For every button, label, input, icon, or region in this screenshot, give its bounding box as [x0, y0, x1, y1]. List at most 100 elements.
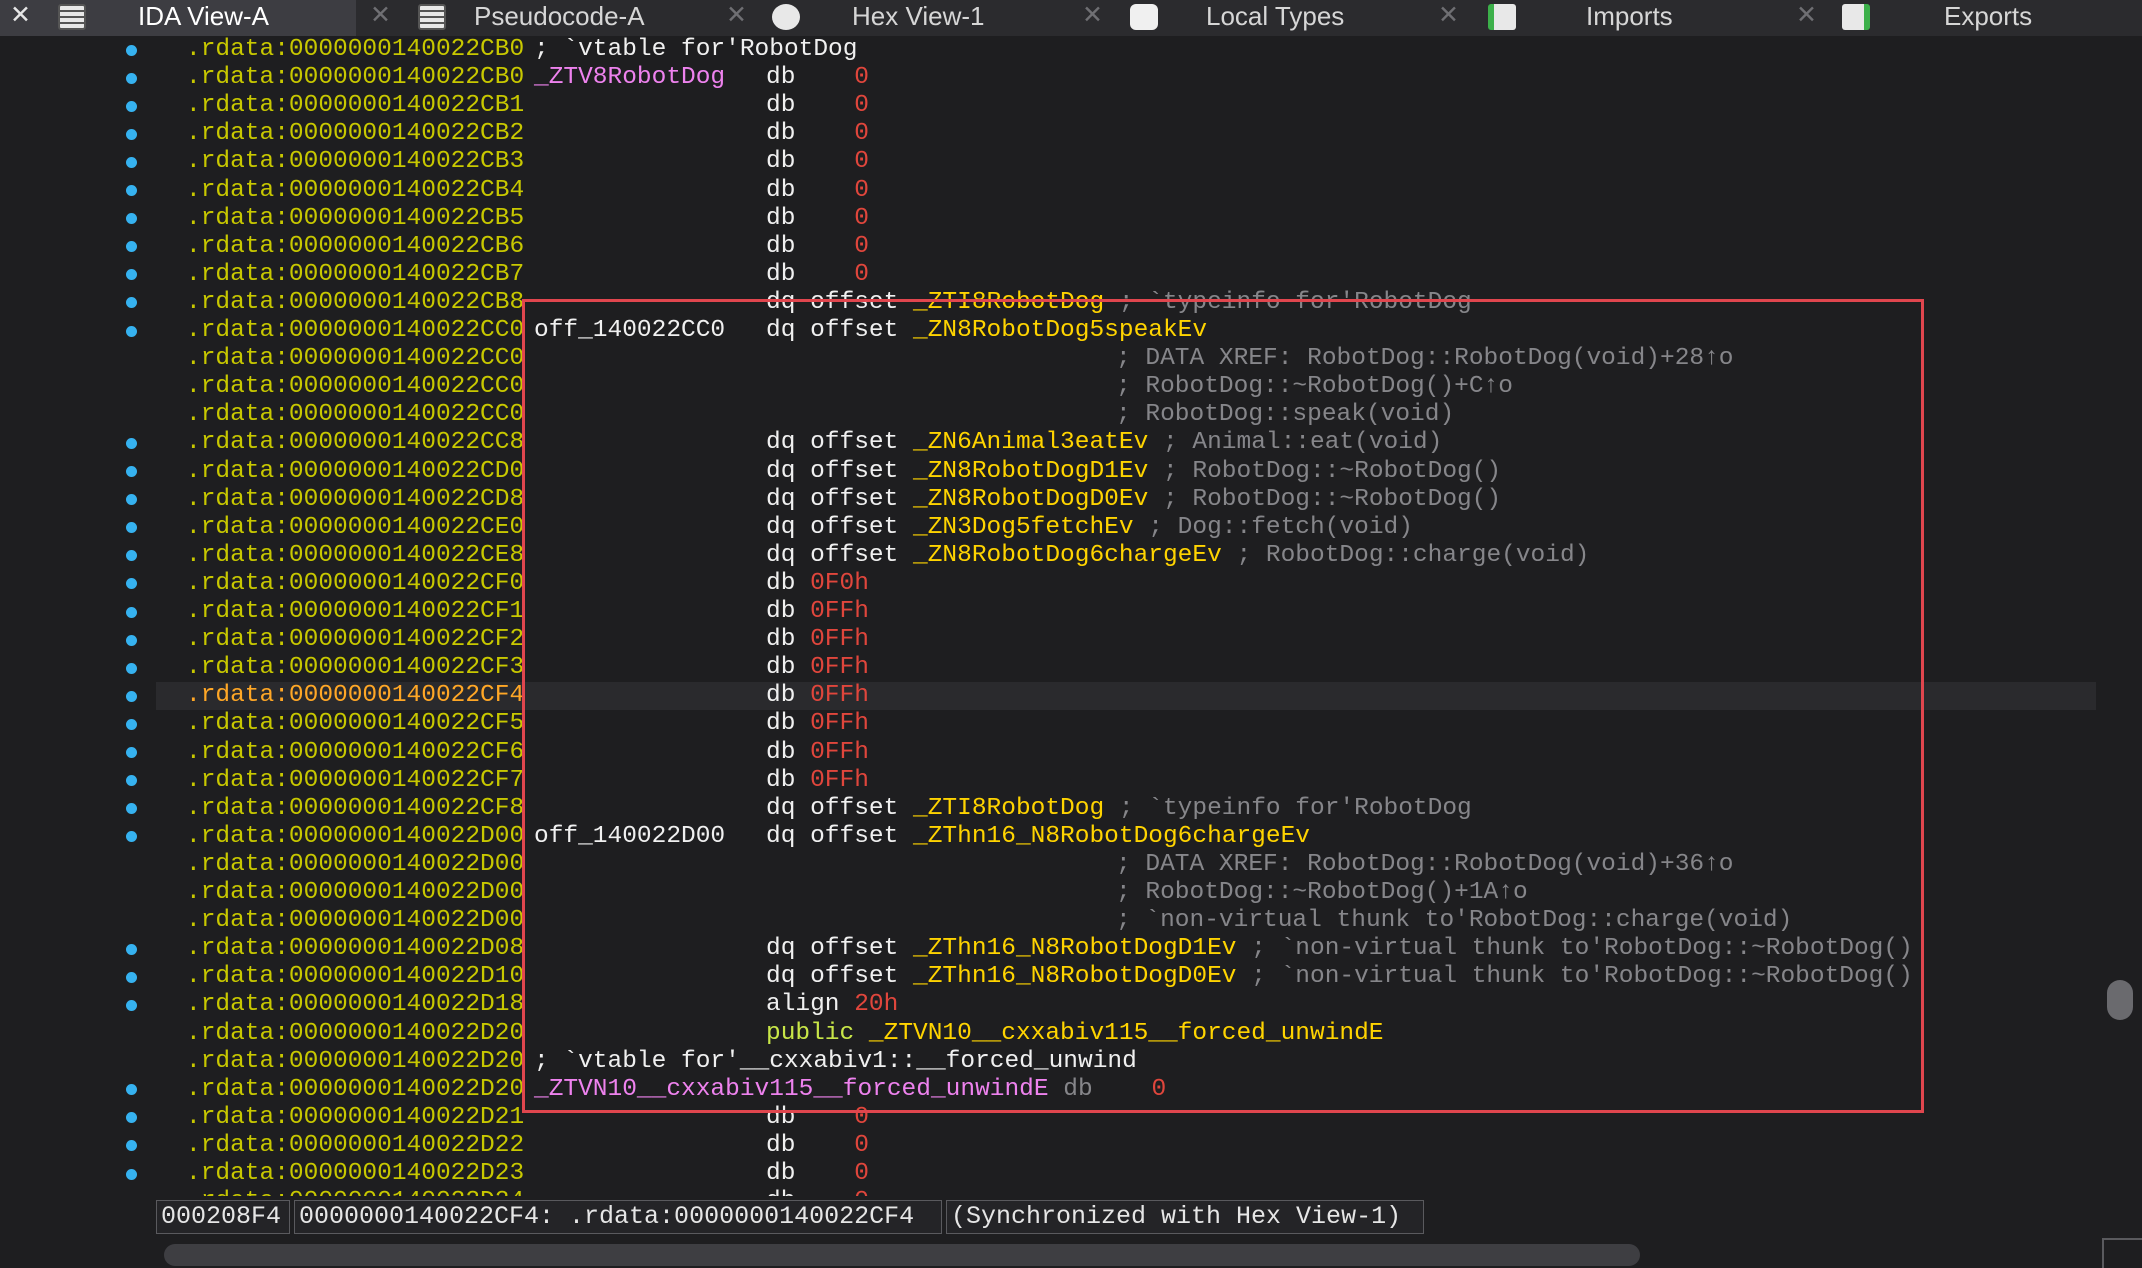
line-spacer: [795, 654, 810, 681]
listing-line[interactable]: .rdata:0000000140022D22 db 0: [156, 1132, 2096, 1160]
breakpoint-dot-icon[interactable]: [126, 550, 137, 562]
listing-line[interactable]: .rdata:0000000140022D00 ; DATA XREF: Robo…: [156, 851, 2096, 879]
disassembly-listing[interactable]: .rdata:0000000140022CB0 ; `vtable for'Rob…: [0, 36, 2142, 1215]
tab-close-icon[interactable]: ✕: [726, 0, 747, 29]
status-sync-info[interactable]: (Synchronized with Hex View-1): [946, 1200, 1424, 1234]
listing-line[interactable]: .rdata:0000000140022D00 off_140022D00 dq o…: [156, 823, 2096, 851]
breakpoint-dot-icon[interactable]: [126, 241, 137, 253]
listing-line[interactable]: .rdata:0000000140022D21 db 0: [156, 1104, 2096, 1132]
listing-line[interactable]: .rdata:0000000140022D10 dq offset _ZThn16…: [156, 963, 2096, 991]
listing-line[interactable]: .rdata:0000000140022CF1 db 0FFh: [156, 598, 2096, 626]
breakpoint-dot-icon[interactable]: [126, 971, 137, 983]
breakpoint-dot-icon[interactable]: [126, 269, 137, 281]
listing-line[interactable]: .rdata:0000000140022CB0 ; `vtable for'Rob…: [156, 36, 2096, 64]
listing-line[interactable]: .rdata:0000000140022CF0 db 0F0h: [156, 570, 2096, 598]
listing-line[interactable]: .rdata:0000000140022D00 ; RobotDog::~Robo…: [156, 879, 2096, 907]
breakpoint-dot-icon[interactable]: [126, 156, 137, 168]
listing-line[interactable]: .rdata:0000000140022CB8 dq offset _ZTI8Ro…: [156, 289, 2096, 317]
vertical-scrollbar-thumb[interactable]: [2107, 980, 2133, 1020]
tab-imports[interactable]: ✕ Imports: [1424, 0, 1780, 36]
breakpoint-dot-icon[interactable]: [126, 662, 137, 674]
breakpoint-dot-icon[interactable]: [126, 185, 137, 196]
listing-line[interactable]: .rdata:0000000140022CF6 db 0FFh: [156, 739, 2096, 767]
listing-line[interactable]: .rdata:0000000140022CE8 dq offset _ZN8Rob…: [156, 542, 2096, 570]
line-instruction: dq offset _ZN8RobotDog5speakEv: [766, 317, 1207, 345]
listing-line[interactable]: .rdata:0000000140022D00 ; `non-virtual th…: [156, 907, 2096, 935]
breakpoint-dot-icon[interactable]: [126, 1140, 137, 1152]
listing-line[interactable]: .rdata:0000000140022CB2 db 0: [156, 120, 2096, 148]
tab-close-icon[interactable]: ✕: [1082, 0, 1103, 29]
listing-line[interactable]: .rdata:0000000140022CC0 ; DATA XREF: Robo…: [156, 345, 2096, 373]
breakpoint-dot-icon[interactable]: [126, 943, 137, 955]
listing-line[interactable]: .rdata:0000000140022CF5 db 0FFh: [156, 710, 2096, 738]
listing-line[interactable]: .rdata:0000000140022CB4 db 0: [156, 177, 2096, 205]
breakpoint-dot-icon[interactable]: [126, 634, 137, 646]
tab-ida-view-a[interactable]: ✕ IDA View-A: [0, 0, 356, 36]
breakpoint-dot-icon[interactable]: [126, 72, 137, 84]
line-operand: _ZThn16_N8RobotDogD0Ev: [913, 963, 1237, 991]
breakpoint-dot-icon[interactable]: [126, 606, 137, 618]
breakpoint-dot-icon[interactable]: [126, 44, 137, 56]
tab-pseudocode-a[interactable]: ✕ Pseudocode-A: [356, 0, 712, 36]
breakpoint-dot-icon[interactable]: [126, 128, 137, 140]
tab-close-icon[interactable]: ✕: [370, 0, 391, 29]
listing-line[interactable]: .rdata:0000000140022CB7 db 0: [156, 261, 2096, 289]
breakpoint-dot-icon[interactable]: [126, 718, 137, 730]
listing-line[interactable]: .rdata:0000000140022CC0 ; RobotDog::~Robo…: [156, 373, 2096, 401]
tab-hex-view-1[interactable]: ✕ Hex View-1: [712, 0, 1068, 36]
line-comment: ; `typeinfo for'RobotDog: [1104, 794, 1472, 822]
tab-close-icon[interactable]: ✕: [1438, 0, 1459, 29]
listing-line[interactable]: .rdata:0000000140022CC8 dq offset _ZN6Ani…: [156, 429, 2096, 457]
breakpoint-dot-icon[interactable]: [126, 999, 137, 1011]
breakpoint-dot-icon[interactable]: [126, 578, 137, 590]
breakpoint-dot-icon[interactable]: [126, 494, 137, 506]
line-label: off_140022D00: [534, 822, 726, 850]
listing-line[interactable]: .rdata:0000000140022D18 align 20h: [156, 991, 2096, 1019]
tab-exports[interactable]: ✕ Exports: [1780, 0, 2142, 36]
listing-line[interactable]: .rdata:0000000140022CD8 dq offset _ZN8Rob…: [156, 486, 2096, 514]
breakpoint-dot-icon[interactable]: [126, 1168, 137, 1180]
breakpoint-dot-icon[interactable]: [126, 747, 137, 758]
listing-line[interactable]: .rdata:0000000140022CF2 db 0FFh: [156, 626, 2096, 654]
breakpoint-dot-icon[interactable]: [126, 690, 137, 702]
listing-line-current[interactable]: .rdata:0000000140022CF4 db 0FFh: [156, 682, 2096, 711]
breakpoint-dot-icon[interactable]: [126, 325, 137, 337]
tab-close-icon[interactable]: ✕: [1796, 0, 1817, 29]
listing-line[interactable]: .rdata:0000000140022CE0 dq offset _ZN3Dog…: [156, 514, 2096, 542]
tab-close-icon[interactable]: ✕: [10, 0, 31, 29]
listing-line[interactable]: .rdata:0000000140022CB1 db 0: [156, 92, 2096, 120]
horizontal-scrollbar-thumb[interactable]: [164, 1244, 1640, 1266]
listing-line[interactable]: .rdata:0000000140022CF8 dq offset _ZTI8Ro…: [156, 795, 2096, 823]
listing-line[interactable]: .rdata:0000000140022CB6 db 0: [156, 233, 2096, 261]
breakpoint-dot-icon[interactable]: [126, 466, 137, 477]
breakpoint-dot-icon[interactable]: [126, 213, 137, 225]
breakpoint-dot-icon[interactable]: [126, 1112, 137, 1124]
breakpoint-dot-icon[interactable]: [126, 437, 137, 449]
breakpoint-dot-icon[interactable]: [126, 775, 137, 787]
listing-line[interactable]: .rdata:0000000140022CB0 _ZTV8RobotDog db 0: [156, 64, 2096, 92]
breakpoint-gutter[interactable]: [0, 36, 152, 1196]
listing-line[interactable]: .rdata:0000000140022D20 ; `vtable for'__c…: [156, 1048, 2096, 1076]
breakpoint-dot-icon[interactable]: [126, 100, 137, 112]
horizontal-scrollbar[interactable]: [156, 1242, 2142, 1266]
listing-line[interactable]: .rdata:0000000140022CC0 off_140022CC0 dq o…: [156, 317, 2096, 345]
line-instruction: db 0FFh: [766, 710, 869, 738]
listing-line[interactable]: .rdata:0000000140022CB5 db 0: [156, 205, 2096, 233]
breakpoint-dot-icon[interactable]: [126, 831, 137, 843]
listing-line[interactable]: .rdata:0000000140022D23 db 0: [156, 1160, 2096, 1188]
listing-line[interactable]: .rdata:0000000140022CC0 ; RobotDog::speak…: [156, 401, 2096, 429]
listing-line[interactable]: .rdata:0000000140022D08 dq offset _ZThn16…: [156, 935, 2096, 963]
tab-label: Hex View-1: [852, 1, 985, 31]
breakpoint-dot-icon[interactable]: [126, 297, 137, 309]
listing-line[interactable]: .rdata:0000000140022CB3 db 0: [156, 148, 2096, 176]
listing-line[interactable]: .rdata:0000000140022CF7 db 0FFh: [156, 767, 2096, 795]
line-address: .rdata:0000000140022CB1: [186, 92, 525, 120]
listing-line[interactable]: .rdata:0000000140022CD0 dq offset _ZN8Rob…: [156, 458, 2096, 486]
tab-local-types[interactable]: ✕ Local Types: [1068, 0, 1424, 36]
breakpoint-dot-icon[interactable]: [126, 803, 137, 815]
listing-line[interactable]: .rdata:0000000140022D20 public _ZTVN10__c…: [156, 1020, 2096, 1048]
listing-line[interactable]: .rdata:0000000140022CF3 db 0FFh: [156, 654, 2096, 682]
listing-line[interactable]: .rdata:0000000140022D20 _ZTVN10__cxxabiv1…: [156, 1076, 2096, 1104]
breakpoint-dot-icon[interactable]: [126, 1084, 137, 1096]
breakpoint-dot-icon[interactable]: [126, 522, 137, 534]
